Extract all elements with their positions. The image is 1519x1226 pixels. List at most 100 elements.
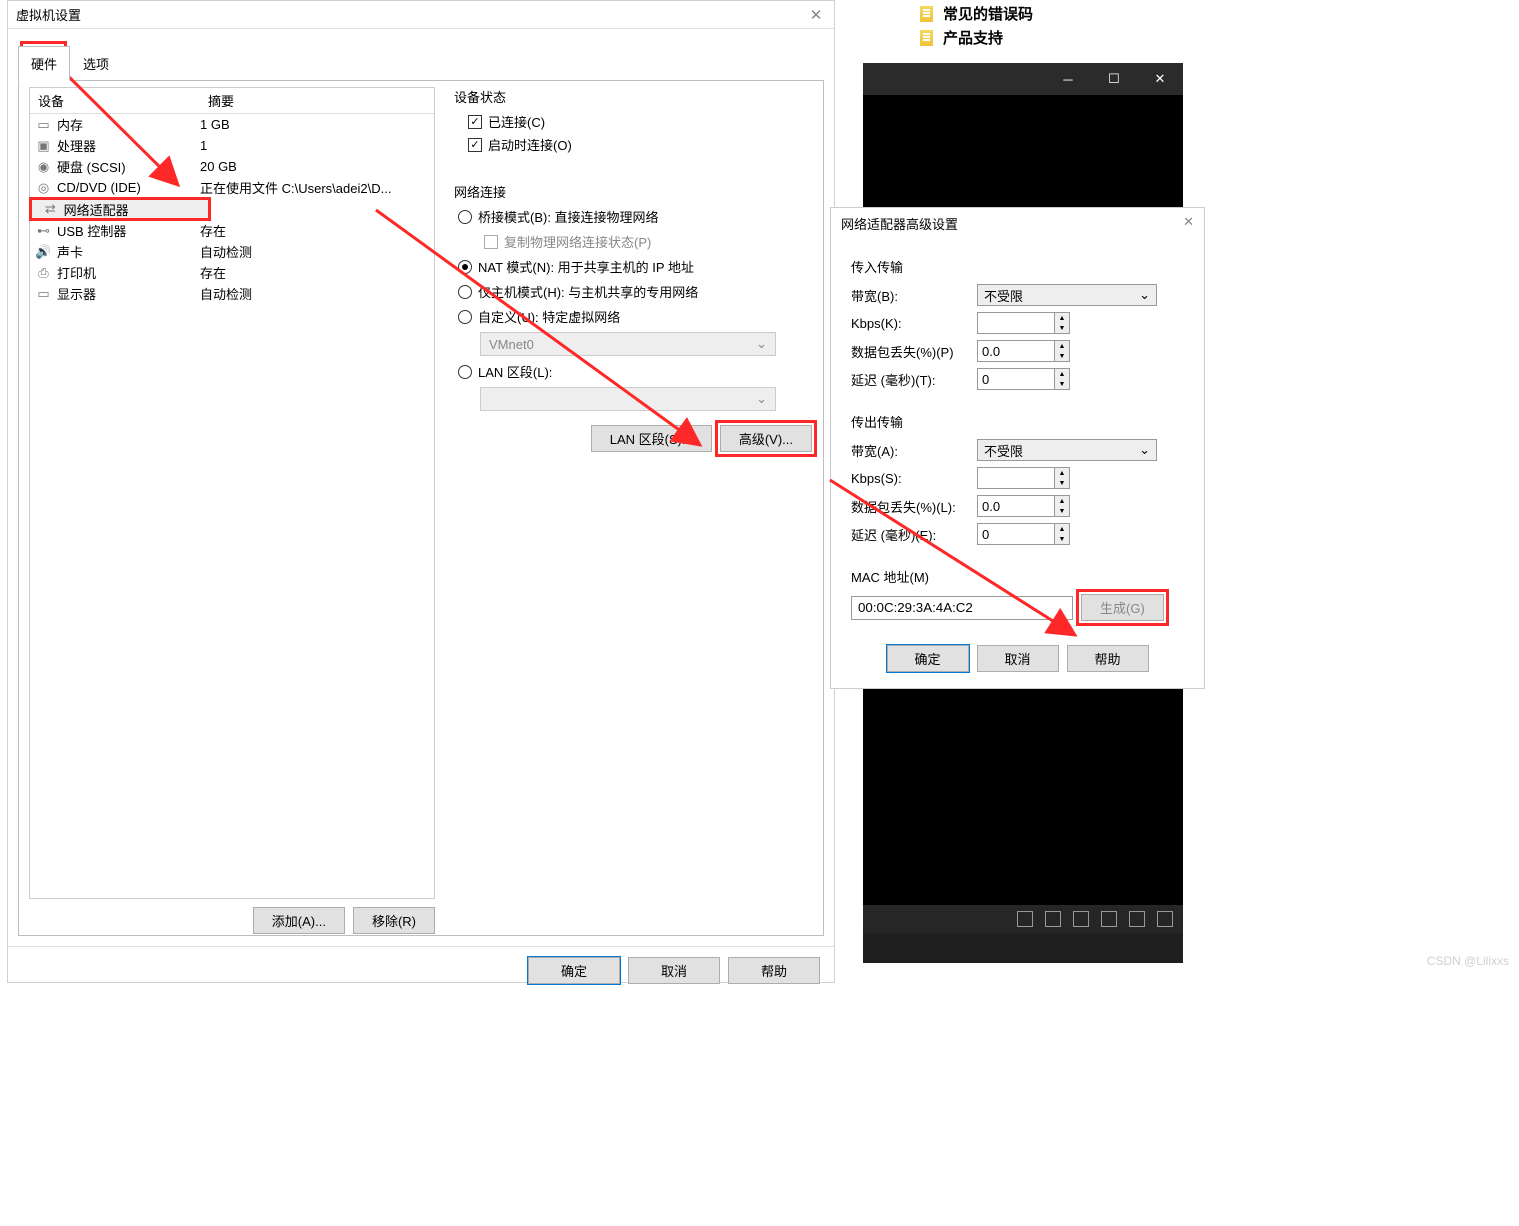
- hw-value: 1 GB: [200, 117, 434, 132]
- hw-label: 硬盘 (SCSI): [57, 157, 200, 176]
- radio-nat[interactable]: NAT 模式(N): 用于共享主机的 IP 地址: [458, 257, 812, 276]
- watermark: CSDN @Lilixxs: [1427, 954, 1509, 968]
- bandwidth-select[interactable]: 不受限 ⌄: [977, 439, 1157, 461]
- help-button[interactable]: 帮助: [728, 957, 820, 984]
- hw-buttons: 添加(A)... 移除(R): [29, 907, 435, 934]
- remove-button[interactable]: 移除(R): [353, 907, 435, 934]
- hw-label: 网络适配器: [64, 200, 203, 219]
- spinner[interactable]: ▲▼: [1055, 467, 1070, 489]
- kbps-input[interactable]: [977, 467, 1055, 489]
- delay-input[interactable]: [977, 523, 1055, 545]
- net-conn-title: 网络连接: [454, 182, 812, 201]
- close-button[interactable]: ✕: [1137, 63, 1183, 95]
- tab-panel-hardware: 设备 摘要 ▭内存1 GB▣处理器1◉硬盘 (SCSI)20 GB◎CD/DVD…: [18, 80, 824, 936]
- hw-label: 处理器: [57, 136, 200, 155]
- spinner[interactable]: ▲▼: [1055, 368, 1070, 390]
- radio-label: NAT 模式(N): 用于共享主机的 IP 地址: [478, 257, 694, 276]
- hw-label: 声卡: [57, 242, 200, 261]
- disk-icon[interactable]: [1017, 911, 1033, 927]
- display-icon[interactable]: [1157, 911, 1173, 927]
- hw-row-cpu[interactable]: ▣处理器1: [30, 135, 434, 156]
- tab-options[interactable]: 选项: [70, 46, 122, 81]
- radio-host-only[interactable]: 仅主机模式(H): 与主机共享的专用网络: [458, 282, 812, 301]
- ok-button[interactable]: 确定: [528, 957, 620, 984]
- radio-custom[interactable]: 自定义(U): 特定虚拟网络: [458, 307, 812, 326]
- hw-row-memory[interactable]: ▭内存1 GB: [30, 114, 434, 135]
- hw-row-disk[interactable]: ◉硬盘 (SCSI)20 GB: [30, 156, 434, 177]
- cancel-button[interactable]: 取消: [628, 957, 720, 984]
- incoming-title: 传入传输: [851, 257, 1184, 276]
- net-icon[interactable]: [1073, 911, 1089, 927]
- cancel-button[interactable]: 取消: [977, 645, 1059, 672]
- bg-doc-item[interactable]: 常见的错误码: [920, 3, 1033, 24]
- hw-label: USB 控制器: [57, 221, 200, 240]
- lan-segments-button[interactable]: LAN 区段(S)...: [591, 425, 712, 452]
- bandwidth-select[interactable]: 不受限 ⌄: [977, 284, 1157, 306]
- col-device[interactable]: 设备: [30, 88, 200, 113]
- document-icon: [920, 30, 933, 46]
- tab-hardware[interactable]: 硬件: [18, 46, 70, 81]
- field-in-delay: 延迟 (毫秒)(T): ▲▼: [851, 368, 1184, 390]
- radio-lan[interactable]: LAN 区段(L):: [458, 362, 812, 381]
- bg-doc-item[interactable]: 产品支持: [920, 27, 1003, 48]
- device-status-title: 设备状态: [454, 87, 812, 106]
- maximize-button[interactable]: ☐: [1091, 63, 1137, 95]
- chevron-down-icon: ⌄: [1139, 287, 1150, 303]
- help-button[interactable]: 帮助: [1067, 645, 1149, 672]
- add-button[interactable]: 添加(A)...: [253, 907, 345, 934]
- generate-button[interactable]: 生成(G): [1081, 594, 1164, 621]
- spinner[interactable]: ▲▼: [1055, 340, 1070, 362]
- dialog-buttons: 确定 取消 帮助: [831, 631, 1204, 688]
- sound-icon: 🔊: [35, 245, 52, 259]
- col-summary[interactable]: 摘要: [200, 88, 434, 113]
- close-icon[interactable]: ✕: [1183, 214, 1194, 233]
- chk-label: 已连接(C): [488, 112, 545, 131]
- net-icon: ⇄: [42, 202, 59, 216]
- field-in-bandwidth: 带宽(B): 不受限 ⌄: [851, 284, 1184, 306]
- hw-row-sound[interactable]: 🔊 声卡自动检测: [30, 241, 434, 262]
- spinner[interactable]: ▲▼: [1055, 495, 1070, 517]
- field-out-delay: 延迟 (毫秒)(E): ▲▼: [851, 523, 1184, 545]
- kbps-input[interactable]: [977, 312, 1055, 334]
- dialog-titlebar[interactable]: 网络适配器高级设置 ✕: [831, 208, 1204, 239]
- sound-icon[interactable]: [1129, 911, 1145, 927]
- vm-statusbar: [863, 905, 1183, 933]
- chevron-down-icon: ⌄: [756, 391, 767, 407]
- label: 数据包丢失(%)(L):: [851, 497, 977, 516]
- hw-row-net[interactable]: ⇄网络适配器NAT: [30, 198, 210, 220]
- mac-input[interactable]: [851, 596, 1073, 620]
- dialog-footer: 确定 取消 帮助: [8, 946, 834, 994]
- ok-button[interactable]: 确定: [887, 645, 969, 672]
- delay-input[interactable]: [977, 368, 1055, 390]
- chk-connected[interactable]: ✓ 已连接(C): [468, 112, 812, 131]
- hw-row-cd[interactable]: ◎CD/DVD (IDE)正在使用文件 C:\Users\adei2\D...: [30, 177, 434, 198]
- hw-row-printer[interactable]: ⎙打印机存在: [30, 262, 434, 283]
- device-detail-panel: 设备状态 ✓ 已连接(C) ✓ 启动时连接(O) 网络连接 桥接模式(B): 直…: [454, 87, 812, 452]
- spinner[interactable]: ▲▼: [1055, 312, 1070, 334]
- hw-row-usb[interactable]: ⊷USB 控制器存在: [30, 220, 434, 241]
- close-icon[interactable]: ✕: [806, 5, 826, 25]
- hw-value: 自动检测: [200, 242, 434, 261]
- minimize-button[interactable]: ─: [1045, 63, 1091, 95]
- radio-bridged[interactable]: 桥接模式(B): 直接连接物理网络: [458, 207, 812, 226]
- chevron-down-icon: ⌄: [1139, 442, 1150, 458]
- loss-input[interactable]: [977, 340, 1055, 362]
- hw-value: 1: [200, 138, 434, 153]
- lan-dropdown: ⌄: [480, 387, 776, 411]
- printer-icon[interactable]: [1101, 911, 1117, 927]
- loss-input[interactable]: [977, 495, 1055, 517]
- spinner[interactable]: ▲▼: [1055, 523, 1070, 545]
- label: 数据包丢失(%)(P): [851, 342, 977, 361]
- cd-icon[interactable]: [1045, 911, 1061, 927]
- hw-label: 打印机: [57, 263, 200, 282]
- advanced-button[interactable]: 高级(V)...: [720, 425, 812, 452]
- chk-label: 启动时连接(O): [488, 135, 572, 154]
- chk-replicate: 复制物理网络连接状态(P): [484, 232, 812, 251]
- radio-icon: [458, 365, 472, 379]
- hw-row-display[interactable]: ▭显示器自动检测: [30, 283, 434, 304]
- tab-strip: 硬件 选项: [18, 45, 834, 80]
- label: 延迟 (毫秒)(E):: [851, 525, 977, 544]
- chk-connect-at-power[interactable]: ✓ 启动时连接(O): [468, 135, 812, 154]
- dialog-title: 虚拟机设置: [16, 5, 806, 24]
- dialog-titlebar[interactable]: 虚拟机设置 ✕: [8, 1, 834, 29]
